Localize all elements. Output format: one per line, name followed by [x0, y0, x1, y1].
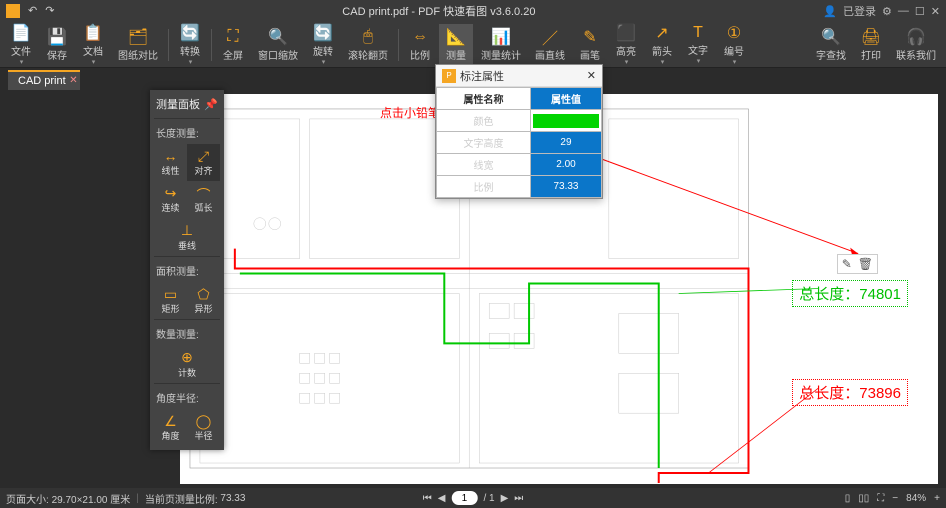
zoom-out-icon[interactable]: −: [892, 493, 898, 504]
doc-button[interactable]: 📋文档: [76, 24, 110, 66]
text-button[interactable]: T文字: [681, 24, 715, 66]
prop-logo-icon: P: [442, 69, 456, 83]
measure-stat-button[interactable]: 📊测量统计: [475, 24, 527, 66]
contact-button[interactable]: 🎧联系我们: [890, 24, 942, 66]
document-tab[interactable]: CAD print ✕: [8, 70, 80, 90]
line-width-value[interactable]: 2.00: [530, 154, 601, 176]
close-prop-icon[interactable]: ✕: [587, 69, 596, 82]
measure-vertical[interactable]: ⊥垂线: [154, 218, 220, 256]
lookup-button[interactable]: 🔍字查找: [810, 24, 852, 66]
delete-icon[interactable]: 🗑: [858, 257, 873, 271]
line-button[interactable]: ／画直线: [529, 24, 571, 66]
fullscreen-button[interactable]: ⛶全屏: [216, 24, 250, 66]
last-page-icon[interactable]: ⏭: [514, 493, 523, 504]
measure-angle[interactable]: ∠角度: [154, 409, 187, 446]
statusbar: 页面大小: 29.70×21.00 厘米 | 当前页测量比例: 73.33 ⏮ …: [0, 488, 946, 508]
view-double-icon[interactable]: ▯▯: [858, 493, 869, 504]
scale-button[interactable]: ⇔比例: [403, 24, 437, 66]
measure-continuous[interactable]: ↪连续: [154, 181, 187, 218]
window-zoom-button[interactable]: 🔍窗口缩放: [252, 24, 304, 66]
scale-label: 当前页测量比例:: [145, 491, 218, 506]
user-icon[interactable]: 👤: [823, 5, 837, 18]
highlight-button[interactable]: ⬛高亮: [609, 24, 643, 66]
scale-readout: 73.33: [220, 493, 245, 504]
wheel-page-button[interactable]: 🖱滚轮翻页: [342, 24, 394, 66]
page-size-label: 页面大小:: [6, 491, 49, 506]
arrow-button[interactable]: ↗箭头: [645, 24, 679, 66]
window-title: CAD print.pdf - PDF 快速看图 v3.6.0.20: [54, 3, 823, 19]
next-page-icon[interactable]: ▶: [501, 493, 509, 504]
annotation-edit-toolbar: ✎ 🗑: [837, 254, 878, 274]
minimize-icon[interactable]: —: [898, 5, 909, 17]
tab-label: CAD print: [18, 75, 66, 87]
close-window-icon[interactable]: ✕: [931, 5, 940, 18]
page-size-value: 29.70×21.00 厘米: [52, 491, 131, 506]
prop-title: 标注属性: [460, 68, 504, 84]
zoom-in-icon[interactable]: +: [934, 493, 940, 504]
total-length-green[interactable]: 总长度：74801: [792, 280, 908, 307]
login-status[interactable]: 已登录: [843, 3, 876, 19]
page-total: / 1: [483, 493, 494, 504]
brush-button[interactable]: ✎画笔: [573, 24, 607, 66]
file-button[interactable]: 📄文件: [4, 24, 38, 66]
fit-icon[interactable]: ⛶: [877, 493, 884, 504]
measure-linear[interactable]: ↔线性: [154, 144, 187, 181]
measure-panel-title: 测量面板 📌: [154, 94, 220, 118]
titlebar: ↶ ↷ CAD print.pdf - PDF 快速看图 v3.6.0.20 👤…: [0, 0, 946, 22]
settings-icon[interactable]: ⚙: [882, 5, 892, 18]
measure-arc[interactable]: ⌒弧长: [187, 181, 220, 218]
redo-icon[interactable]: ↷: [45, 4, 54, 18]
property-table: 属性名称属性值 颜色 文字高度29 线宽2.00 比例73.33: [436, 87, 602, 198]
measure-radius[interactable]: ◯半径: [187, 409, 220, 446]
property-panel: P 标注属性 ✕ 属性名称属性值 颜色 文字高度29 线宽2.00 比例73.3…: [435, 64, 603, 199]
page-input[interactable]: [451, 491, 477, 505]
measure-rect[interactable]: ▭矩形: [154, 282, 187, 319]
text-height-value[interactable]: 29: [530, 132, 601, 154]
rotate-button[interactable]: 🔄旋转: [306, 24, 340, 66]
undo-icon[interactable]: ↶: [28, 4, 37, 18]
number-button[interactable]: ①编号: [717, 24, 751, 66]
view-single-icon[interactable]: ▯: [845, 493, 851, 504]
print-button[interactable]: 🖨打印: [854, 24, 888, 66]
measure-panel: 测量面板 📌 长度测量: ↔线性 ⤢对齐 ↪连续 ⌒弧长 ⊥垂线 面积测量: ▭…: [150, 90, 224, 450]
measure-align[interactable]: ⤢对齐: [187, 144, 220, 181]
measure-poly[interactable]: ⬠异形: [187, 282, 220, 319]
scale-value[interactable]: 73.33: [530, 176, 601, 198]
prev-page-icon[interactable]: ◀: [438, 493, 446, 504]
page-navigator: ⏮ ◀ / 1 ▶ ⏭: [423, 491, 524, 505]
total-length-red[interactable]: 总长度：73896: [792, 379, 908, 406]
main-toolbar: 📄文件 💾保存 📋文档 🗂图纸对比 🔄转换 ⛶全屏 🔍窗口缩放 🔄旋转 🖱滚轮翻…: [0, 22, 946, 68]
edit-pencil-icon[interactable]: ✎: [842, 257, 852, 271]
zoom-value: 84%: [906, 493, 926, 504]
convert-button[interactable]: 🔄转换: [173, 24, 207, 66]
color-swatch[interactable]: [533, 114, 599, 128]
measure-button[interactable]: 📐测量: [439, 24, 473, 66]
close-tab-icon[interactable]: ✕: [69, 75, 77, 86]
first-page-icon[interactable]: ⏮: [423, 493, 432, 504]
workspace: 点击小铅笔还可以对标注进行编辑 ✎ 🗑 总长度：74801 总长度：73896 …: [0, 90, 946, 488]
measure-count[interactable]: ⊕计数: [154, 345, 220, 383]
maximize-icon[interactable]: ☐: [915, 5, 925, 18]
save-button[interactable]: 💾保存: [40, 24, 74, 66]
pin-icon[interactable]: 📌: [204, 98, 218, 111]
app-logo-icon: [6, 4, 20, 18]
compare-button[interactable]: 🗂图纸对比: [112, 24, 164, 66]
